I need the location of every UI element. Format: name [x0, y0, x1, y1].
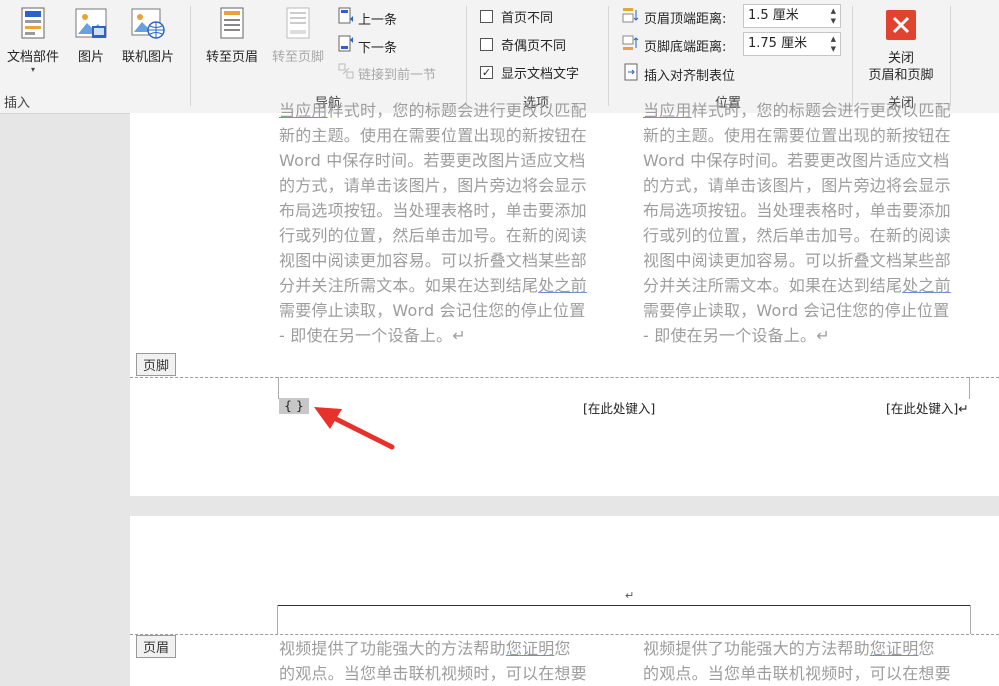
- group-divider: [852, 6, 853, 106]
- close-header-footer-button[interactable]: 关闭 页眉和页脚: [858, 10, 944, 84]
- group-divider: [950, 6, 951, 106]
- online-picture-icon: [130, 6, 166, 44]
- goto-header-icon: [219, 6, 245, 44]
- picture-button[interactable]: 图片: [70, 6, 112, 65]
- different-odd-even-checkbox[interactable]: 奇偶页不同: [480, 35, 566, 54]
- group-divider: [466, 6, 467, 106]
- next-icon: [338, 35, 354, 57]
- close-icon: [886, 10, 916, 44]
- footer-position-icon: [622, 35, 640, 55]
- margin-mark: [969, 377, 970, 399]
- doc-parts-button[interactable]: 文档部件 ▾: [2, 6, 64, 74]
- group-divider: [190, 6, 191, 106]
- group-divider: [608, 6, 609, 106]
- spin-arrows-icon[interactable]: ▲ ▼: [831, 6, 836, 26]
- link-to-previous-button[interactable]: 链接到前一节: [338, 63, 436, 83]
- previous-button[interactable]: 上一条: [338, 7, 397, 29]
- dropdown-arrow-icon: ▾: [30, 65, 35, 74]
- goto-footer-button[interactable]: 转至页脚: [266, 6, 330, 65]
- spin-arrows-icon[interactable]: ▲ ▼: [831, 34, 836, 54]
- alignment-tab-icon: [624, 63, 640, 85]
- goto-footer-icon: [285, 6, 311, 44]
- checkmark-icon: ✓: [480, 66, 493, 79]
- next-button[interactable]: 下一条: [338, 35, 397, 57]
- previous-icon: [338, 7, 354, 29]
- footer-placeholder-center[interactable]: [在此处键入]: [583, 398, 655, 417]
- page2-column-2-text[interactable]: 视频提供了功能强大的方法帮助您证明您 的观点。当您单击联机视频时，可以在想要: [643, 636, 973, 686]
- header-top-distance-spinner[interactable]: 1.5 厘米 ▲ ▼: [743, 4, 841, 28]
- insert-group-title: 插入: [4, 96, 31, 111]
- red-arrow-annotation: [314, 407, 395, 450]
- header-position-icon: [622, 7, 640, 27]
- margin-mark: [970, 605, 971, 634]
- footer-tag: 页脚: [136, 353, 177, 376]
- goto-header-button[interactable]: 转至页眉: [200, 6, 264, 65]
- header-paragraph-mark: ↵: [625, 589, 635, 602]
- show-document-text-checkbox[interactable]: ✓ 显示文档文字: [480, 63, 579, 82]
- checkbox-icon: [480, 38, 493, 51]
- header-tag: 页眉: [136, 635, 177, 658]
- insert-alignment-tab-button[interactable]: 插入对齐制表位: [624, 63, 735, 85]
- margin-mark: [277, 605, 278, 634]
- page1-column-1-text[interactable]: 当应用样式时，您的标题会进行更改以匹配 新的主题。使用在需要位置出现的新按钮在 …: [279, 98, 609, 348]
- checkbox-icon: [480, 10, 493, 23]
- header-top-distance-label: 页眉顶端距离:: [622, 7, 726, 27]
- footer-bottom-distance-spinner[interactable]: 1.75 厘米 ▲ ▼: [743, 32, 841, 56]
- link-icon: [338, 63, 354, 83]
- ribbon: 文档部件 ▾ 图片 联机图片 插入 转至页眉 转至页脚 上一条 下一条 链接到前…: [0, 0, 999, 114]
- footer-bottom-distance-label: 页脚底端距离:: [622, 35, 726, 55]
- online-picture-button[interactable]: 联机图片: [116, 6, 180, 65]
- margin-mark: [278, 377, 279, 399]
- footer-placeholder-right[interactable]: [在此处键入]↵: [886, 398, 969, 417]
- header-boundary: [130, 634, 999, 635]
- picture-icon: [74, 6, 108, 44]
- page1-column-2-text[interactable]: 当应用样式时，您的标题会进行更改以匹配 新的主题。使用在需要位置出现的新按钮在 …: [643, 98, 973, 348]
- doc-parts-icon: [19, 6, 47, 40]
- header-rule: [277, 605, 971, 606]
- page2-column-1-text[interactable]: 视频提供了功能强大的方法帮助您证明您 的观点。当您单击联机视频时，可以在想要: [279, 636, 609, 686]
- footer-boundary: [130, 377, 999, 378]
- footer-field-code[interactable]: { }: [279, 398, 309, 414]
- different-first-page-checkbox[interactable]: 首页不同: [480, 7, 553, 26]
